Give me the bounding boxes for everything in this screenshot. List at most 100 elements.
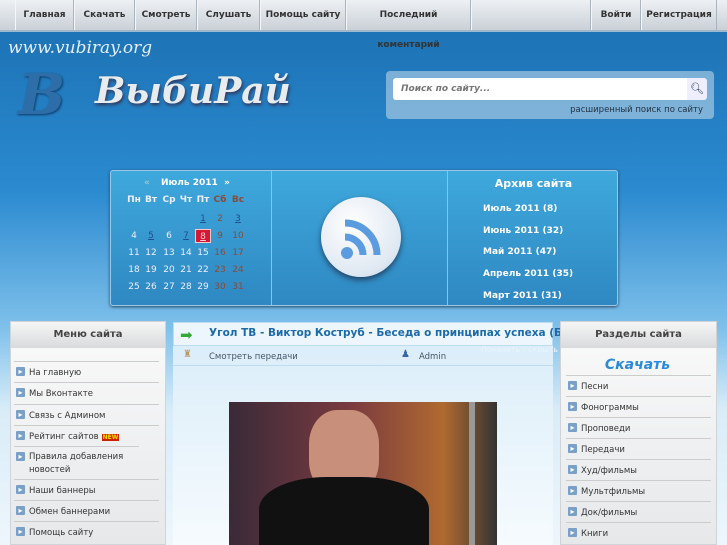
nav-last-comment[interactable]: Последний коментарий (346, 0, 471, 50)
archive-item[interactable]: Июль 2011 (8) (483, 204, 557, 214)
rss-button[interactable] (321, 197, 401, 277)
right-menu-item[interactable]: Проповеди (566, 417, 711, 438)
left-menu-item-label: Мы Вконтакте (29, 389, 93, 399)
right-menu-item-label: Мультфильмы (581, 487, 646, 497)
calendar-day: 13 (163, 248, 175, 258)
right-menu-item[interactable]: Док/фильмы (566, 501, 711, 522)
calendar-day: 31 (232, 282, 244, 292)
right-menu-item[interactable]: Худ/фильмы (566, 459, 711, 480)
right-menu-item[interactable]: Книги (566, 522, 711, 543)
right-menu-item-label: Худ/фильмы (581, 466, 637, 476)
calendar-day: 29 (197, 282, 209, 292)
left-menu-item-label: Обмен баннерами (29, 507, 111, 517)
right-menu-item-label: Книги (581, 529, 609, 539)
new-badge: NEW (101, 434, 120, 441)
left-menu-item-label: На главную (29, 368, 82, 378)
calendar-day: 2 (217, 214, 223, 224)
calendar-day: 14 (180, 248, 192, 258)
nav-download[interactable]: Скачать (74, 0, 135, 30)
left-menu-item[interactable]: Связь с Админом (14, 404, 159, 425)
calendar-day: 11 (128, 248, 140, 258)
advanced-search-link[interactable]: расширенный поиск по сайту (560, 105, 703, 115)
left-menu-item[interactable]: Наши баннеры (14, 479, 159, 500)
left-menu-item[interactable]: Правила добавления новостей (14, 446, 139, 479)
calendar-day: 12 (145, 248, 157, 258)
left-menu-item[interactable]: Рейтинг сайтовNEW (14, 425, 159, 446)
arrow-icon: ➡ (180, 326, 193, 344)
left-menu-item[interactable]: Помощь сайту (14, 521, 159, 542)
search-input[interactable] (393, 78, 687, 100)
calendar-day[interactable]: 5 (143, 229, 159, 243)
calendar-day: 24 (232, 265, 244, 275)
calendar-day: 4 (131, 231, 137, 241)
post-category[interactable]: Смотреть передачи (209, 352, 298, 362)
left-menu-item[interactable]: На главную (14, 361, 159, 382)
weekday-label: Пн (127, 195, 141, 205)
nav-help[interactable]: Помощь сайту (260, 0, 346, 30)
logo[interactable]: ВыбиРай (95, 70, 291, 112)
logo-letter: B (18, 62, 66, 128)
left-menu-item[interactable]: Обмен баннерами (14, 500, 159, 521)
right-menu-item-label: Фонограммы (581, 403, 639, 413)
calendar-day: 6 (166, 231, 172, 241)
right-menu-item-label: Передачи (581, 445, 625, 455)
right-menu-title: Разделы сайта (561, 322, 716, 348)
calendar-prev[interactable]: « (144, 178, 150, 188)
left-menu-item-label: Правила добавления новостей (29, 452, 124, 475)
calendar-day: 30 (214, 282, 226, 292)
search-icon: 🔍︎ (690, 82, 704, 95)
post-author[interactable]: Admin (419, 352, 446, 362)
left-menu-item[interactable]: Мы Вконтакте (14, 382, 159, 403)
nav-watch[interactable]: Смотреть (135, 0, 197, 30)
top-nav: Главная Скачать Смотреть Слушать Помощь … (0, 0, 727, 50)
left-menu-title: Меню сайта (11, 322, 165, 348)
calendar-day[interactable]: 7 (178, 229, 194, 243)
site-url: www.vubiray.org (8, 38, 153, 58)
archive-item[interactable]: Апрель 2011 (35) (483, 269, 573, 279)
right-menu-item-label: Песни (581, 382, 609, 392)
left-menu-item-label: Помощь сайту (29, 528, 94, 538)
info-panel: « Июль 2011 » Архив сайта Пн Вт Ср Чт Пт Сб Вс… (110, 170, 618, 306)
nav-register[interactable]: Регистрация (641, 0, 717, 30)
post: ➡ Угол ТВ - Виктор Коструб - Беседа о пр… (173, 322, 614, 545)
right-menu-item[interactable]: Песни (566, 375, 711, 396)
calendar-day: 17 (232, 248, 244, 258)
nav-login[interactable]: Войти (591, 0, 641, 30)
weekday-label: Вс (231, 195, 245, 205)
video-thumbnail[interactable] (229, 402, 497, 545)
divider (447, 171, 448, 305)
nav-empty (471, 0, 591, 30)
calendar-day[interactable]: 1 (195, 212, 211, 226)
calendar-day: 16 (214, 248, 226, 258)
calendar-day: 20 (163, 265, 175, 275)
calendar-day: 10 (232, 231, 244, 241)
weekday-label: Чт (179, 195, 193, 205)
right-menu-item[interactable]: Мультфильмы (566, 480, 711, 501)
archive-item[interactable]: Май 2011 (47) (483, 247, 556, 257)
nav-home[interactable]: Главная (15, 0, 74, 30)
left-menu-item-label: Наши баннеры (29, 486, 96, 496)
calendar-month: Июль 2011 (161, 178, 218, 188)
download-heading[interactable]: Скачать (560, 357, 715, 373)
right-menu-item-label: Док/фильмы (581, 508, 638, 518)
calendar-day: 22 (197, 265, 209, 275)
rss-icon (341, 219, 381, 259)
calendar-day[interactable]: 3 (230, 212, 246, 226)
archive-item[interactable]: Июнь 2011 (32) (483, 226, 563, 236)
calendar-today[interactable]: 8 (195, 229, 211, 243)
right-menu-item-label: Проповеди (581, 424, 631, 434)
right-menu-item[interactable]: Передачи (566, 438, 711, 459)
archive-item[interactable]: Март 2011 (31) (483, 291, 562, 301)
weekday-label: Вт (144, 195, 158, 205)
category-icon: ♜ (183, 349, 192, 360)
right-menu-item[interactable]: Фонограммы (566, 396, 711, 417)
stand (469, 402, 475, 545)
nav-listen[interactable]: Слушать (197, 0, 260, 30)
calendar-day: 15 (197, 248, 209, 258)
user-icon: ♟ (401, 349, 410, 360)
calendar-next[interactable]: » (224, 178, 230, 188)
post-title[interactable]: Угол ТВ - Виктор Коструб - Беседа о прин… (209, 327, 614, 339)
body (259, 477, 429, 545)
search-button[interactable]: 🔍︎ (687, 78, 707, 100)
